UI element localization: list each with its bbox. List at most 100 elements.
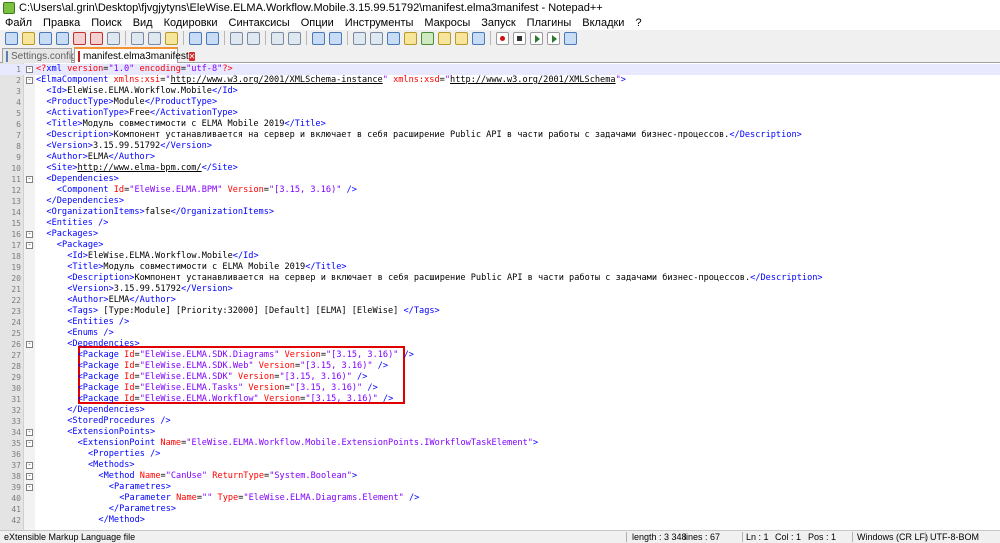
- open-file-icon[interactable]: [22, 31, 35, 45]
- code-line[interactable]: 2- <ElmaComponent xmlns:xsi="http://www.w…: [0, 75, 1000, 86]
- save-macro-icon[interactable]: [564, 31, 577, 45]
- new-file-icon[interactable]: [5, 31, 18, 45]
- code-line[interactable]: 26- <Dependencies>: [0, 339, 1000, 350]
- language-define-icon[interactable]: [404, 31, 417, 45]
- document-map-icon[interactable]: [421, 31, 434, 45]
- status-encoding[interactable]: UTF-8-BOM: [930, 532, 979, 542]
- menu-item[interactable]: Файл: [0, 17, 38, 29]
- stop-recording-icon[interactable]: [513, 31, 526, 45]
- menu-item[interactable]: Вид: [128, 17, 159, 29]
- redo-icon[interactable]: [206, 31, 219, 45]
- function-list-icon[interactable]: [438, 31, 451, 45]
- code-line[interactable]: 3 <Id>EleWise.ELMA.Workflow.Mobile</Id>: [0, 86, 1000, 97]
- fold-toggle-icon[interactable]: -: [26, 77, 33, 84]
- code-line[interactable]: 29 <Package Id="EleWise.ELMA.SDK" Version…: [0, 372, 1000, 383]
- fold-toggle-icon[interactable]: -: [26, 66, 33, 73]
- code-line[interactable]: 17- <Package>: [0, 240, 1000, 251]
- fold-toggle-icon[interactable]: -: [26, 176, 33, 183]
- save-all-icon[interactable]: [56, 31, 69, 45]
- code-line[interactable]: 40 <Parameter Name="" Type="EleWise.ELMA.…: [0, 493, 1000, 504]
- menu-item[interactable]: Запуск: [476, 17, 521, 29]
- folder-as-workspace-icon[interactable]: [455, 31, 468, 45]
- print-icon[interactable]: [107, 31, 120, 45]
- indent-guide-icon[interactable]: [387, 31, 400, 45]
- code-line[interactable]: 20 <Description>Компонент устанавливается…: [0, 273, 1000, 284]
- code-line[interactable]: 41 </Parametres>: [0, 504, 1000, 515]
- zoom-out-icon[interactable]: [288, 31, 301, 45]
- code-line[interactable]: 39- <Parametres>: [0, 482, 1000, 493]
- code-line[interactable]: 12 <Component Id="EleWise.ELMA.BPM" Versi…: [0, 185, 1000, 196]
- menu-item[interactable]: Поиск: [86, 17, 127, 29]
- code-line[interactable]: 23 <Tags> [Type:Module] [Priority:32000] …: [0, 306, 1000, 317]
- copy-icon[interactable]: [148, 31, 161, 45]
- code-line[interactable]: 31 <Package Id="EleWise.ELMA.Workflow" Ve…: [0, 394, 1000, 405]
- code-line[interactable]: 34- <ExtensionPoints>: [0, 427, 1000, 438]
- code-line[interactable]: 5 <ActivationType>Free</ActivationType>: [0, 108, 1000, 119]
- record-macro-icon[interactable]: [496, 31, 509, 45]
- zoom-in-icon[interactable]: [271, 31, 284, 45]
- menu-item[interactable]: Кодировки: [159, 17, 224, 29]
- status-eol[interactable]: Windows (CR LF): [857, 532, 928, 542]
- paste-icon[interactable]: [165, 31, 178, 45]
- tab-manifest[interactable]: manifest.elma3manifest ✕: [74, 47, 196, 63]
- code-editor[interactable]: 1- <?xml version="1.0" encoding="utf-8"?>…: [0, 63, 1000, 530]
- monitoring-icon[interactable]: [472, 31, 485, 45]
- code-line[interactable]: 15 <Entities />: [0, 218, 1000, 229]
- replace-icon[interactable]: [247, 31, 260, 45]
- menu-item[interactable]: Правка: [38, 17, 86, 29]
- save-icon[interactable]: [39, 31, 52, 45]
- code-line[interactable]: 42 </Method>: [0, 515, 1000, 526]
- word-wrap-icon[interactable]: [353, 31, 366, 45]
- sync-horizontal-icon[interactable]: [329, 31, 342, 45]
- cut-icon[interactable]: [131, 31, 144, 45]
- code-line[interactable]: 37- <Methods>: [0, 460, 1000, 471]
- code-line[interactable]: 14 <OrganizationItems>false</Organization…: [0, 207, 1000, 218]
- code-line[interactable]: 32 </Dependencies>: [0, 405, 1000, 416]
- menu-item[interactable]: Синтаксисы: [224, 17, 296, 29]
- code-line[interactable]: 19 <Title>Модуль совместимости с ELMA Mob…: [0, 262, 1000, 273]
- code-line[interactable]: 25 <Enums />: [0, 328, 1000, 339]
- menu-item[interactable]: Вкладки: [577, 17, 630, 29]
- code-line[interactable]: 38- <Method Name="CanUse" ReturnType="Sys…: [0, 471, 1000, 482]
- fold-toggle-icon[interactable]: -: [26, 429, 33, 436]
- menu-item[interactable]: ?: [630, 17, 647, 29]
- code-line[interactable]: 1- <?xml version="1.0" encoding="utf-8"?>: [0, 64, 1000, 75]
- code-line[interactable]: 21 <Version>3.15.99.51792</Version>: [0, 284, 1000, 295]
- code-line[interactable]: 6 <Title>Модуль совместимости с ELMA Mobi…: [0, 119, 1000, 130]
- menu-item[interactable]: Макросы: [419, 17, 476, 29]
- fold-toggle-icon[interactable]: -: [26, 484, 33, 491]
- fold-toggle-icon[interactable]: -: [26, 440, 33, 447]
- menu-item[interactable]: Инструменты: [340, 17, 420, 29]
- fold-toggle-icon[interactable]: -: [26, 473, 33, 480]
- code-line[interactable]: 4 <ProductType>Module</ProductType>: [0, 97, 1000, 108]
- code-line[interactable]: 7 <Description>Компонент устанавливается …: [0, 130, 1000, 141]
- menu-item[interactable]: Опции: [296, 17, 340, 29]
- code-line[interactable]: 16- <Packages>: [0, 229, 1000, 240]
- code-line[interactable]: 27 <Package Id="EleWise.ELMA.SDK.Diagrams…: [0, 350, 1000, 361]
- fold-toggle-icon[interactable]: -: [26, 341, 33, 348]
- run-macro-multiple-icon[interactable]: [547, 31, 560, 45]
- close-tab-icon[interactable]: ✕: [188, 51, 196, 61]
- undo-icon[interactable]: [189, 31, 202, 45]
- close-file-icon[interactable]: [73, 31, 86, 45]
- show-all-characters-icon[interactable]: [370, 31, 383, 45]
- play-macro-icon[interactable]: [530, 31, 543, 45]
- code-line[interactable]: 18 <Id>EleWise.ELMA.Workflow.Mobile</Id>: [0, 251, 1000, 262]
- close-all-icon[interactable]: [90, 31, 103, 45]
- code-line[interactable]: 36 <Properties />: [0, 449, 1000, 460]
- code-line[interactable]: 8 <Version>3.15.99.51792</Version>: [0, 141, 1000, 152]
- find-icon[interactable]: [230, 31, 243, 45]
- code-line[interactable]: 35- <ExtensionPoint Name="EleWise.ELMA.Wo…: [0, 438, 1000, 449]
- menu-item[interactable]: Плагины: [522, 17, 578, 29]
- code-line[interactable]: 10 <Site>http://www.elma-bpm.com/</Site>: [0, 163, 1000, 174]
- code-line[interactable]: 24 <Entities />: [0, 317, 1000, 328]
- code-line[interactable]: 30 <Package Id="EleWise.ELMA.Tasks" Versi…: [0, 383, 1000, 394]
- code-line[interactable]: 28 <Package Id="EleWise.ELMA.SDK.Web" Ver…: [0, 361, 1000, 372]
- fold-toggle-icon[interactable]: -: [26, 462, 33, 469]
- code-line[interactable]: 11- <Dependencies>: [0, 174, 1000, 185]
- code-line[interactable]: 22 <Author>ELMA</Author>: [0, 295, 1000, 306]
- code-line[interactable]: 9 <Author>ELMA</Author>: [0, 152, 1000, 163]
- sync-vertical-icon[interactable]: [312, 31, 325, 45]
- code-line[interactable]: 33 <StoredProcedures />: [0, 416, 1000, 427]
- tab-settings-config[interactable]: Settings.config: [2, 48, 77, 63]
